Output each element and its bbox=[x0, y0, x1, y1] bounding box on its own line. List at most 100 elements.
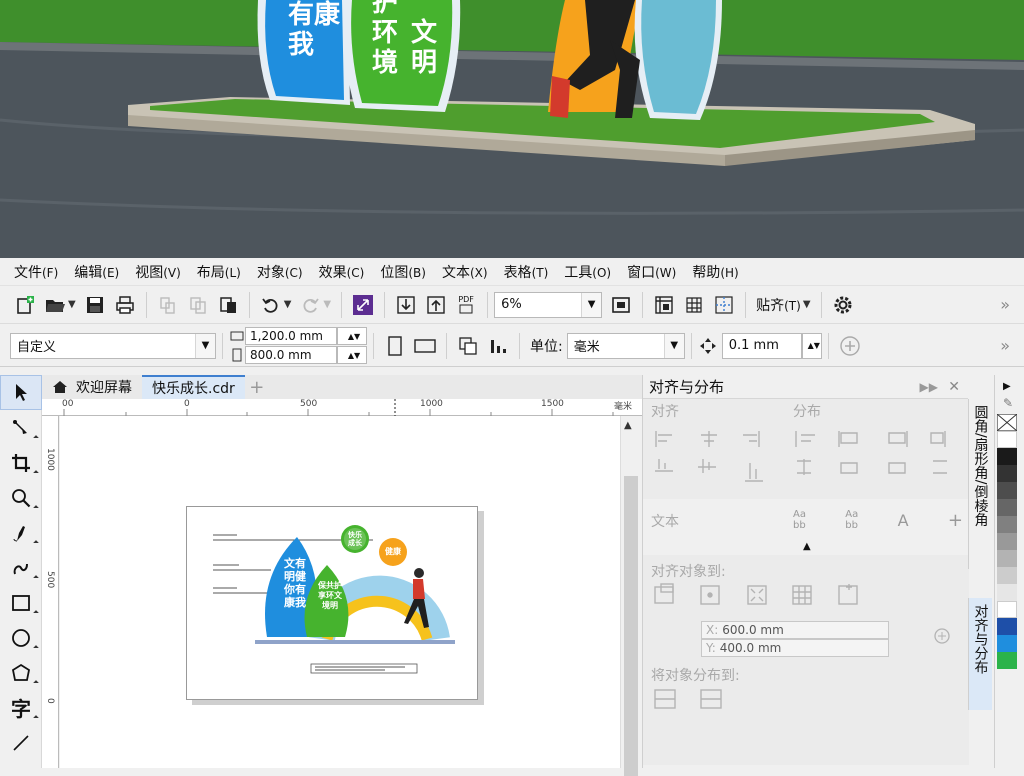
copy-icon[interactable] bbox=[185, 292, 211, 318]
shape-tool-icon[interactable] bbox=[0, 410, 42, 445]
full-screen-icon[interactable] bbox=[608, 292, 634, 318]
align-x-field[interactable]: X: 600.0 mm bbox=[701, 621, 889, 639]
collapse-arrow-icon[interactable]: ▲ bbox=[803, 541, 811, 552]
zoom-dropdown-icon[interactable]: ▼ bbox=[581, 292, 602, 317]
text-tool-icon[interactable]: 字 bbox=[0, 690, 42, 725]
tab-document[interactable]: 快乐成长.cdr bbox=[142, 375, 245, 399]
color-swatch-5[interactable] bbox=[997, 516, 1017, 533]
color-swatch-2[interactable] bbox=[997, 465, 1017, 482]
menu-file[interactable]: 文件(F) bbox=[14, 262, 58, 282]
current-page-icon[interactable] bbox=[485, 333, 511, 359]
grid-icon[interactable] bbox=[681, 292, 707, 318]
bounding-box-icon[interactable]: A bbox=[898, 511, 909, 530]
align-y-field[interactable]: Y: 400.0 mm bbox=[701, 639, 889, 657]
parallel-dimension-tool-icon[interactable] bbox=[0, 725, 42, 760]
undo-icon[interactable] bbox=[258, 292, 284, 318]
menu-edit[interactable]: 编辑(E) bbox=[74, 262, 119, 282]
horizontal-ruler[interactable]: 00 0 500 1000 1500 毫米 bbox=[42, 399, 642, 416]
open-folder-icon[interactable] bbox=[42, 292, 68, 318]
toolbar-overflow-icon[interactable]: » bbox=[1000, 295, 1010, 314]
palette-menu-icon[interactable]: ▶ bbox=[1003, 381, 1024, 392]
document-page[interactable]: 文有明健你有康我 保共护享环文境明 快乐成长 健康 bbox=[186, 506, 478, 700]
all-pages-icon[interactable] bbox=[455, 333, 481, 359]
artistic-media-tool-icon[interactable] bbox=[0, 550, 42, 585]
color-swatch-9[interactable] bbox=[997, 584, 1017, 601]
polygon-tool-icon[interactable] bbox=[0, 655, 42, 690]
nudge-spin-icon[interactable]: ▲▼ bbox=[801, 332, 822, 359]
menu-layout[interactable]: 布局(L) bbox=[197, 262, 241, 282]
add-preset-icon[interactable] bbox=[837, 333, 863, 359]
scrollbar-thumb[interactable] bbox=[624, 476, 638, 776]
save-icon[interactable] bbox=[82, 292, 108, 318]
baseline-icon[interactable]: Aa bb bbox=[793, 509, 806, 531]
pick-tool-icon[interactable] bbox=[0, 375, 42, 410]
color-swatch-8[interactable] bbox=[997, 567, 1017, 584]
page-size-dropdown-icon[interactable]: ▼ bbox=[195, 333, 215, 358]
ellipse-tool-icon[interactable] bbox=[0, 620, 42, 655]
redo-icon[interactable] bbox=[297, 292, 323, 318]
drawing-canvas[interactable]: 文有明健你有康我 保共护享环文境明 快乐成长 健康 bbox=[60, 416, 620, 768]
tab-welcome-screen[interactable]: 欢迎屏幕 bbox=[42, 375, 142, 399]
side-tab-align[interactable]: 对齐与分布 bbox=[968, 598, 992, 710]
crop-tool-icon[interactable] bbox=[0, 445, 42, 480]
menu-view[interactable]: 视图(V) bbox=[135, 262, 181, 282]
distribute-to-icons[interactable] bbox=[653, 687, 733, 713]
cut-icon[interactable] bbox=[155, 292, 181, 318]
vertical-ruler[interactable]: 1000 500 0 bbox=[42, 416, 59, 768]
freehand-tool-icon[interactable] bbox=[0, 515, 42, 550]
color-swatch-13[interactable] bbox=[997, 652, 1017, 669]
color-swatch-6[interactable] bbox=[997, 533, 1017, 550]
first-line-icon[interactable]: Aa bb bbox=[845, 509, 858, 531]
menu-help[interactable]: 帮助(H) bbox=[692, 262, 738, 282]
undo-dropdown-icon[interactable]: ▼ bbox=[284, 299, 292, 310]
color-swatch-4[interactable] bbox=[997, 499, 1017, 516]
nudge-distance-field[interactable]: 0.1 mm bbox=[721, 332, 802, 359]
guidelines-icon[interactable] bbox=[711, 292, 737, 318]
vertical-scrollbar[interactable]: ▲ bbox=[620, 416, 642, 776]
text-align-icons[interactable]: Aa bb Aa bb A + bbox=[793, 509, 963, 531]
menu-bitmaps[interactable]: 位图(B) bbox=[380, 262, 426, 282]
color-swatch-1[interactable] bbox=[997, 448, 1017, 465]
open-dropdown-icon[interactable]: ▼ bbox=[68, 299, 76, 310]
distribute-icons-group[interactable] bbox=[793, 427, 963, 487]
height-spin-icon[interactable]: ▲▼ bbox=[337, 346, 367, 364]
page-height-field[interactable]: 800.0 mm bbox=[245, 346, 337, 364]
paste-icon[interactable] bbox=[215, 292, 241, 318]
snap-to-menu[interactable]: 贴齐(T) bbox=[756, 295, 801, 315]
portrait-icon[interactable] bbox=[382, 333, 408, 359]
color-swatch-3[interactable] bbox=[997, 482, 1017, 499]
rectangle-tool-icon[interactable] bbox=[0, 585, 42, 620]
import-icon[interactable] bbox=[393, 292, 419, 318]
property-overflow-icon[interactable]: » bbox=[1000, 336, 1010, 355]
print-icon[interactable] bbox=[112, 292, 138, 318]
menu-table[interactable]: 表格(T) bbox=[504, 262, 549, 282]
eyedropper-icon[interactable]: ✎ bbox=[1003, 396, 1024, 410]
new-tab-button[interactable]: + bbox=[245, 375, 269, 399]
zoom-level-combo[interactable]: 6% ▼ bbox=[494, 291, 603, 318]
color-swatch-0[interactable] bbox=[997, 431, 1017, 448]
outline-icon[interactable]: + bbox=[948, 510, 963, 531]
redo-dropdown-icon[interactable]: ▼ bbox=[323, 299, 331, 310]
export-icon[interactable] bbox=[423, 292, 449, 318]
width-spin-icon[interactable]: ▲▼ bbox=[337, 327, 367, 345]
units-dropdown-icon[interactable]: ▼ bbox=[663, 333, 684, 358]
no-color-swatch[interactable] bbox=[997, 414, 1017, 431]
snap-dropdown-icon[interactable]: ▼ bbox=[803, 299, 811, 310]
color-swatch-7[interactable] bbox=[997, 550, 1017, 567]
publish-pdf-icon[interactable]: PDF bbox=[453, 292, 479, 318]
units-combo[interactable]: 毫米 ▼ bbox=[566, 332, 685, 359]
docker-expand-icon[interactable]: ▶▶ bbox=[920, 380, 938, 394]
align-icons-group[interactable] bbox=[653, 427, 783, 487]
options-gear-icon[interactable] bbox=[830, 292, 856, 318]
import-export-icon[interactable] bbox=[350, 292, 376, 318]
color-swatch-11[interactable] bbox=[997, 618, 1017, 635]
add-point-icon[interactable] bbox=[933, 625, 953, 645]
color-swatch-12[interactable] bbox=[997, 635, 1017, 652]
docker-close-icon[interactable]: ✕ bbox=[948, 379, 960, 395]
scroll-up-icon[interactable]: ▲ bbox=[624, 420, 632, 431]
menu-text[interactable]: 文本(X) bbox=[442, 262, 488, 282]
color-swatch-10[interactable] bbox=[997, 601, 1017, 618]
page-width-field[interactable]: 1,200.0 mm bbox=[245, 327, 337, 345]
menu-object[interactable]: 对象(C) bbox=[257, 262, 303, 282]
side-tab-fillet[interactable]: 圆角/扇形角/倒棱角 bbox=[968, 399, 992, 569]
